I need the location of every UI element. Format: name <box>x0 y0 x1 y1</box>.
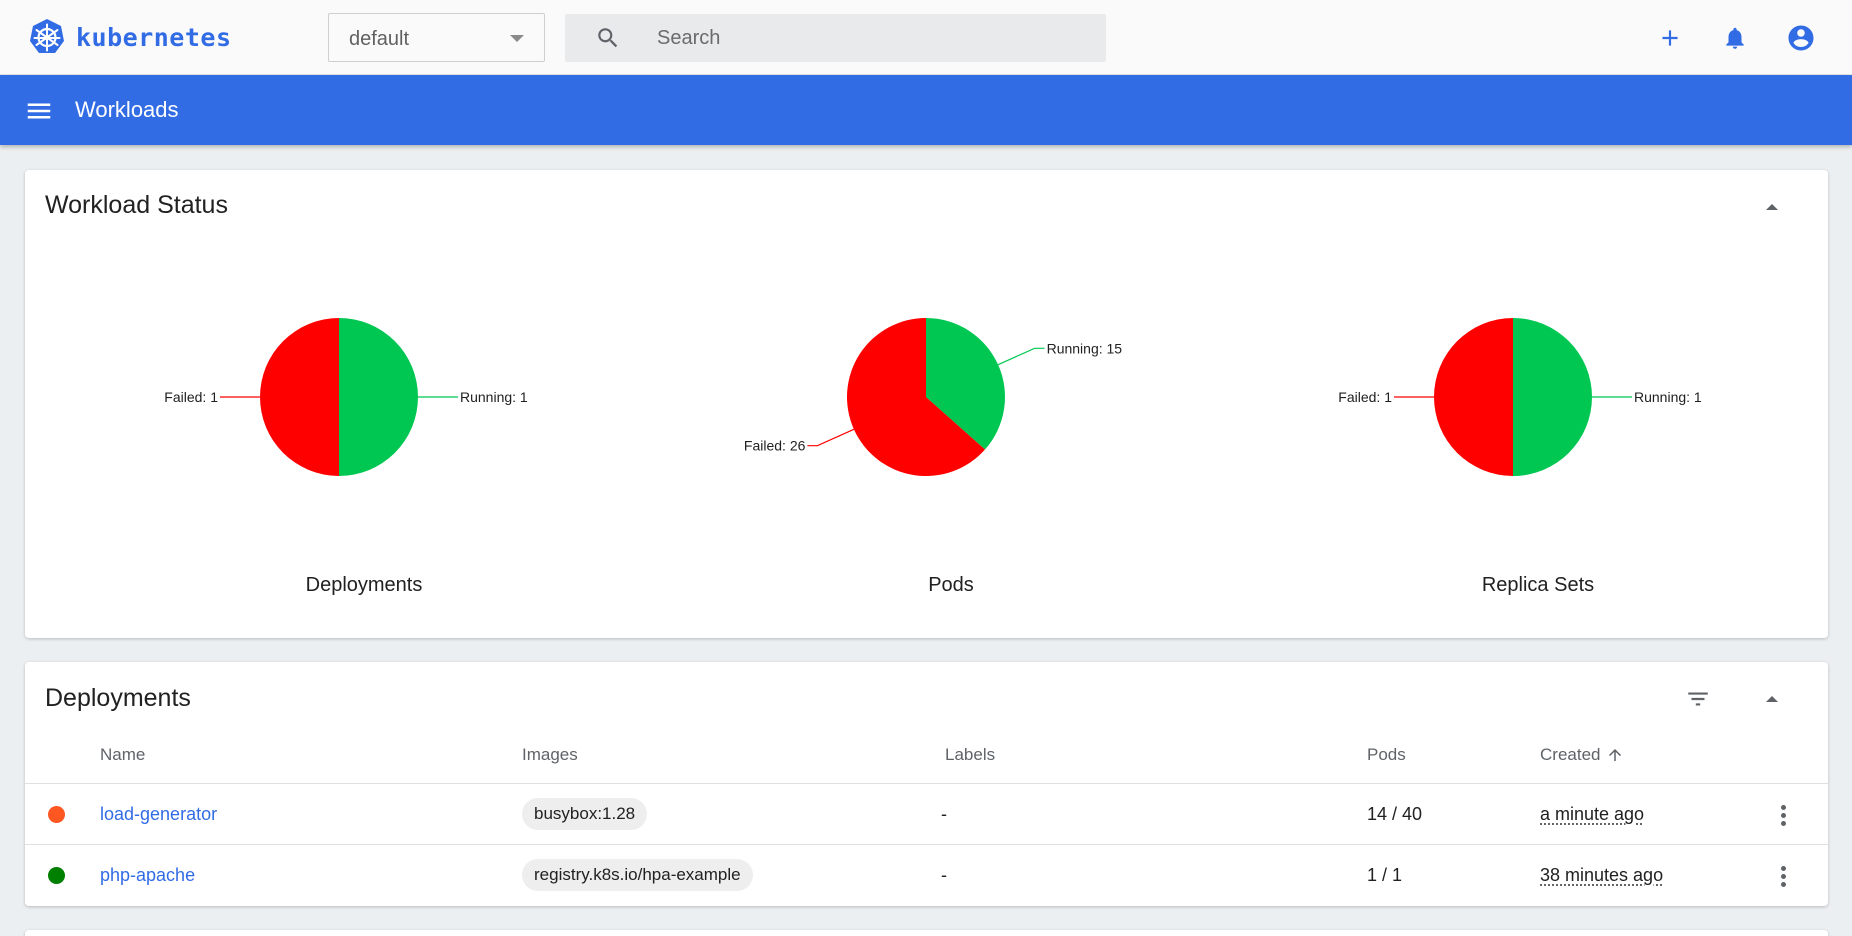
chevron-down-icon <box>510 35 524 42</box>
column-header-name[interactable]: Name <box>100 745 145 765</box>
created-cell[interactable]: 38 minutes ago <box>1540 865 1663 886</box>
menu-icon <box>27 103 51 119</box>
pods-cell: 14 / 40 <box>1367 804 1423 824</box>
collapse-icon <box>1766 696 1778 702</box>
deployments-collapse-button[interactable] <box>1756 683 1788 715</box>
workload-status-charts: Running: 1 Failed: 1 Running: 15 Failed: 26… <box>164 318 1702 476</box>
collapse-icon <box>1766 204 1778 210</box>
bell-icon <box>1726 27 1744 49</box>
labels-cell: - <box>941 865 947 885</box>
namespace-value: default <box>349 28 410 50</box>
more-vert-icon <box>1780 804 1786 810</box>
search-icon <box>595 25 621 56</box>
column-header-labels: Labels <box>945 745 996 764</box>
account-circle-icon <box>1788 25 1814 51</box>
status-running-icon <box>48 867 65 884</box>
image-chip: registry.k8s.io/hpa-example <box>522 859 753 891</box>
table-divider <box>25 783 1828 784</box>
kubernetes-logo[interactable]: kubernetes <box>28 18 232 56</box>
menu-button[interactable] <box>24 96 56 126</box>
pie-label-failed: Failed: 26 <box>744 438 806 454</box>
row-actions-button[interactable] <box>1771 800 1795 830</box>
kubernetes-logo-icon <box>30 19 64 53</box>
next-card <box>25 930 1828 936</box>
notifications-button[interactable] <box>1717 20 1753 56</box>
labels-cell: - <box>941 804 947 824</box>
page-title: Workloads <box>75 97 179 122</box>
row-actions-button[interactable] <box>1771 861 1795 891</box>
chart-caption-pods: Pods <box>928 574 974 596</box>
workload-status-card: Workload Status Running: 1 Failed: 1 Runni… <box>25 170 1828 638</box>
pie-label-running: Running: 1 <box>460 389 528 405</box>
plus-icon <box>1662 30 1678 46</box>
workload-status-title: Workload Status <box>45 191 228 219</box>
deployment-name-link[interactable]: load-generator <box>100 804 217 825</box>
pie-slice-running <box>1513 318 1592 476</box>
pie-label-failed: Failed: 1 <box>164 389 218 405</box>
arrow-up-icon[interactable] <box>1606 746 1624 764</box>
pie-slice-failed <box>1434 318 1513 476</box>
filter-button[interactable] <box>1682 683 1714 715</box>
pie-label-running: Running: 15 <box>1047 340 1123 356</box>
search-bar <box>565 14 1106 62</box>
image-chip: busybox:1.28 <box>522 798 648 830</box>
account-button[interactable] <box>1783 20 1819 56</box>
deployments-title: Deployments <box>45 684 191 712</box>
namespace-select[interactable]: default <box>328 13 545 62</box>
more-vert-icon <box>1780 865 1786 871</box>
table-divider <box>25 844 1828 845</box>
chart-caption-deployments: Deployments <box>305 574 423 596</box>
column-header-pods: Pods <box>1367 745 1406 764</box>
column-header-created[interactable]: Created <box>1540 745 1600 765</box>
pie-slice-running <box>339 318 418 476</box>
leader-line-failed <box>807 428 855 447</box>
brand-name: kubernetes <box>76 22 232 52</box>
page-header: Workloads <box>0 75 1852 145</box>
top-toolbar: kubernetes default <box>0 0 1852 75</box>
chart-caption-replica-sets: Replica Sets <box>1481 574 1595 596</box>
deployment-name-link[interactable]: php-apache <box>100 865 195 886</box>
search-input[interactable] <box>657 14 1087 62</box>
pie-label-failed: Failed: 1 <box>1338 389 1392 405</box>
workload-status-collapse-button[interactable] <box>1756 191 1788 223</box>
created-cell[interactable]: a minute ago <box>1540 804 1644 825</box>
pie-label-running: Running: 1 <box>1634 389 1702 405</box>
leader-line-running <box>997 347 1045 366</box>
filter-icon <box>1688 692 1708 706</box>
status-failed-icon <box>48 806 65 823</box>
pods-cell: 1 / 1 <box>1367 865 1403 885</box>
column-header-images: Images <box>522 745 578 764</box>
create-button[interactable] <box>1652 20 1688 56</box>
pie-slice-failed <box>260 318 339 476</box>
